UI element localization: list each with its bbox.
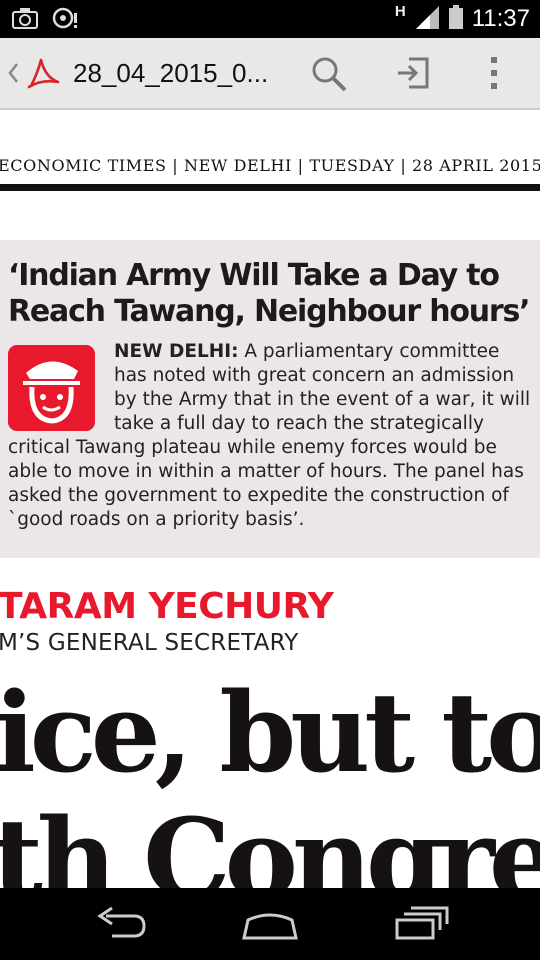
news-brief-box: ‘Indian Army Will Take a Day to Reach Ta… — [0, 240, 540, 558]
pdf-icon — [25, 56, 61, 94]
pdf-page-view[interactable]: ECONOMIC TIMES | NEW DELHI | TUESDAY | 2… — [0, 110, 540, 888]
byline-name: TARAM YECHURY — [0, 586, 334, 627]
battery-icon — [448, 4, 464, 34]
action-bar: 28_04_2015_0... — [0, 38, 540, 110]
newspaper-masthead: ECONOMIC TIMES | NEW DELHI | TUESDAY | 2… — [0, 156, 540, 175]
news-brief-headline: ‘Indian Army Will Take a Day to Reach Ta… — [8, 258, 531, 329]
recents-icon[interactable] — [394, 906, 450, 946]
import-icon[interactable] — [395, 55, 431, 95]
home-icon[interactable] — [240, 906, 300, 946]
main-headline-line-2: th Congress — [0, 794, 540, 888]
news-brief-body: NEW DELHI: A parliamentary committee has… — [8, 340, 536, 532]
masthead-rule — [0, 184, 540, 191]
clock: 11:37 — [471, 5, 530, 32]
media-icon — [52, 7, 78, 33]
camera-icon — [12, 7, 38, 33]
network-type-label: H — [394, 2, 406, 20]
signal-icon — [414, 4, 440, 34]
search-icon[interactable] — [310, 55, 348, 97]
file-name-title[interactable]: 28_04_2015_0... — [73, 58, 268, 89]
byline-title: M’S GENERAL SECRETARY — [0, 630, 299, 656]
back-icon[interactable] — [92, 906, 148, 946]
back-chevron-icon[interactable] — [6, 60, 20, 90]
news-brief-dateline: NEW DELHI: — [114, 341, 239, 362]
navigation-bar — [0, 888, 540, 960]
status-bar: H 11:37 — [0, 0, 540, 38]
overflow-menu-icon[interactable] — [488, 55, 500, 95]
